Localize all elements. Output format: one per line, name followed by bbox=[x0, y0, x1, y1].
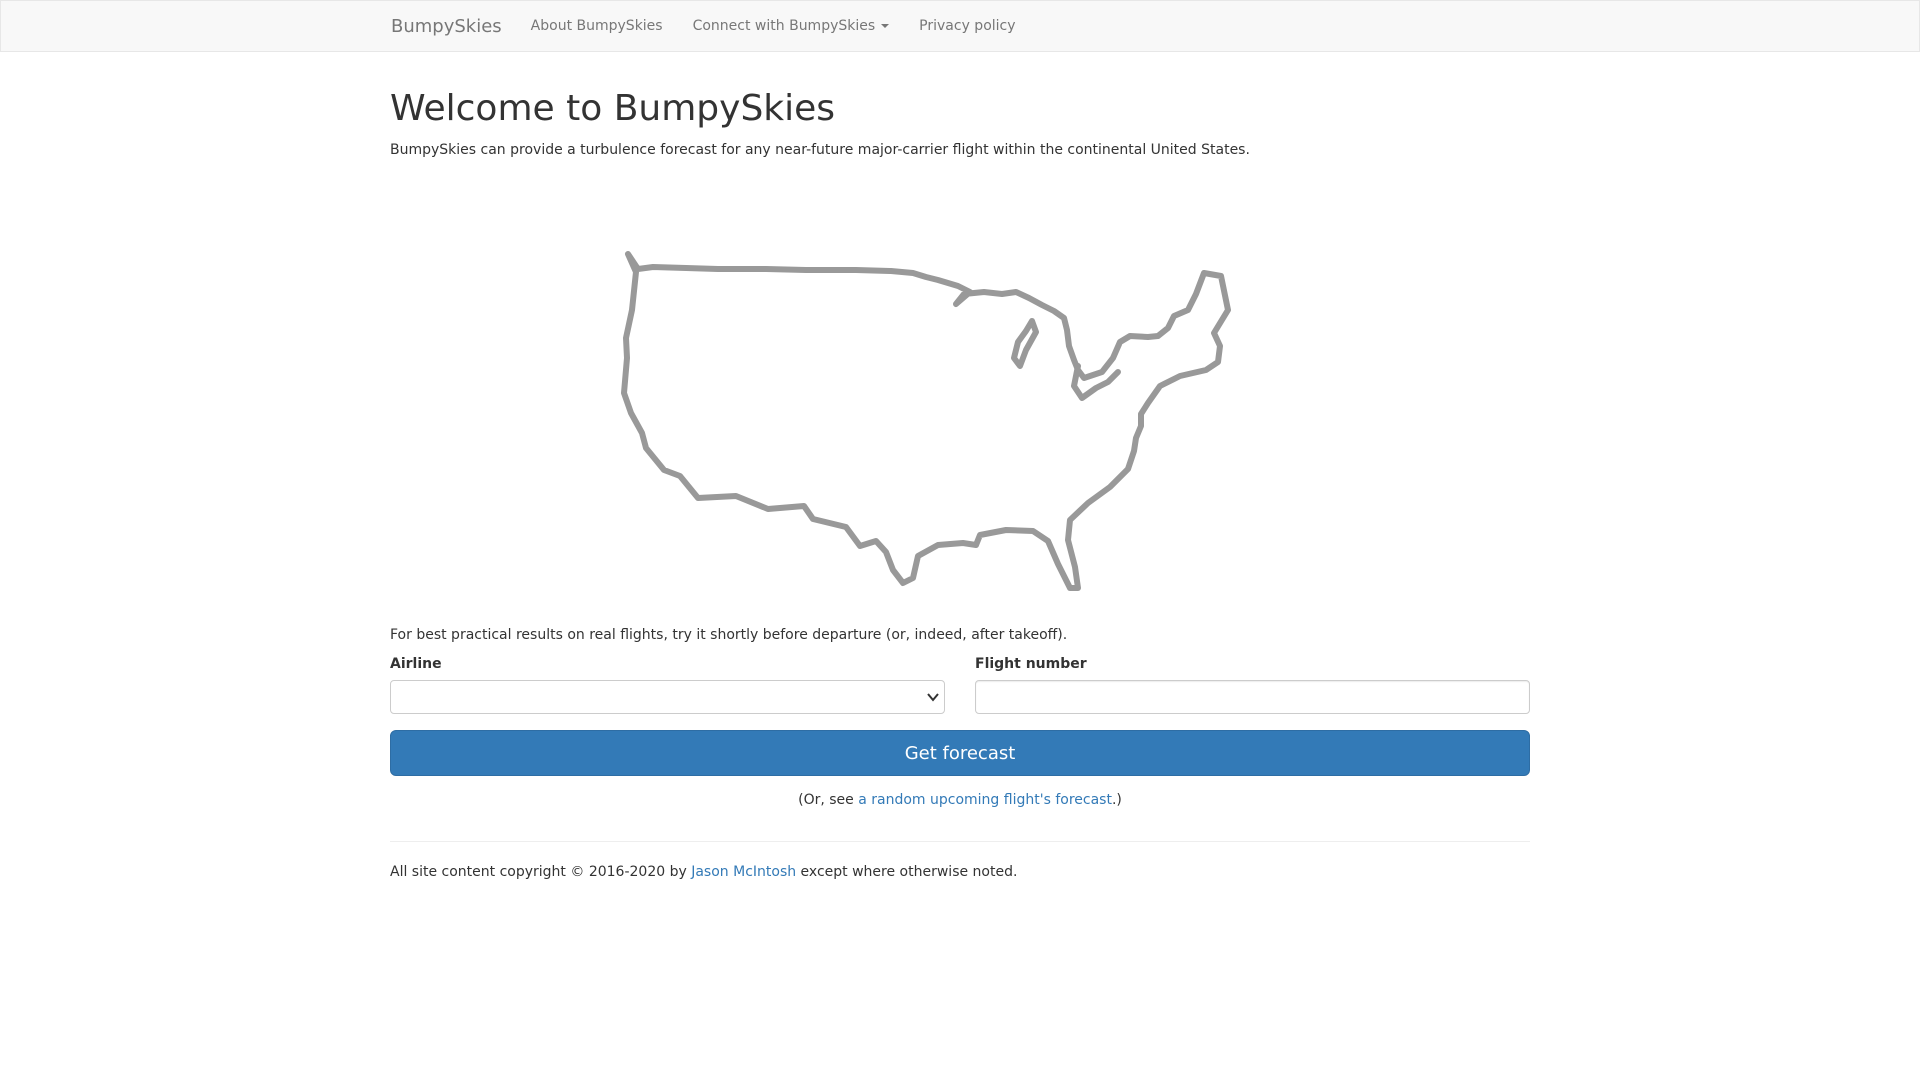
intro-text: BumpySkies can provide a turbulence fore… bbox=[390, 142, 1250, 158]
navbar-inner: BumpySkies About BumpySkies Connect with… bbox=[391, 1, 1046, 51]
nav-dropdown-connect[interactable]: Connect with BumpySkies bbox=[693, 18, 890, 34]
brand-link[interactable]: BumpySkies bbox=[391, 16, 502, 37]
random-flight-link[interactable]: a random upcoming flight's forecast bbox=[858, 792, 1112, 808]
flight-number-label: Flight number bbox=[975, 656, 1087, 672]
footer-text: All site content copyright © 2016-2020 b… bbox=[390, 864, 1017, 880]
get-forecast-button[interactable]: Get forecast bbox=[390, 730, 1530, 776]
tip-text: For best practical results on real fligh… bbox=[390, 627, 1068, 643]
nav-link-privacy[interactable]: Privacy policy bbox=[919, 18, 1015, 34]
footer-divider bbox=[390, 841, 1530, 842]
random-prefix: (Or, see bbox=[798, 792, 859, 808]
random-suffix: .) bbox=[1111, 792, 1122, 808]
flight-number-input[interactable] bbox=[975, 680, 1530, 714]
nav-link-about[interactable]: About BumpySkies bbox=[531, 18, 663, 34]
author-link[interactable]: Jason McIntosh bbox=[691, 864, 796, 880]
footer-prefix: All site content copyright © 2016-2020 b… bbox=[390, 864, 692, 880]
random-flight-text: (Or, see a random upcoming flight's fore… bbox=[390, 792, 1530, 808]
airline-select[interactable] bbox=[390, 680, 945, 714]
nav-dropdown-label: Connect with BumpySkies bbox=[692, 18, 876, 34]
footer-suffix: except where otherwise noted. bbox=[796, 864, 1018, 880]
chevron-down-icon bbox=[927, 693, 939, 702]
navbar: BumpySkies About BumpySkies Connect with… bbox=[0, 0, 1920, 52]
airline-label: Airline bbox=[390, 656, 442, 672]
caret-down-icon bbox=[881, 24, 890, 28]
us-map-outline-icon bbox=[621, 251, 1231, 591]
page-title: Welcome to BumpySkies bbox=[390, 88, 836, 129]
